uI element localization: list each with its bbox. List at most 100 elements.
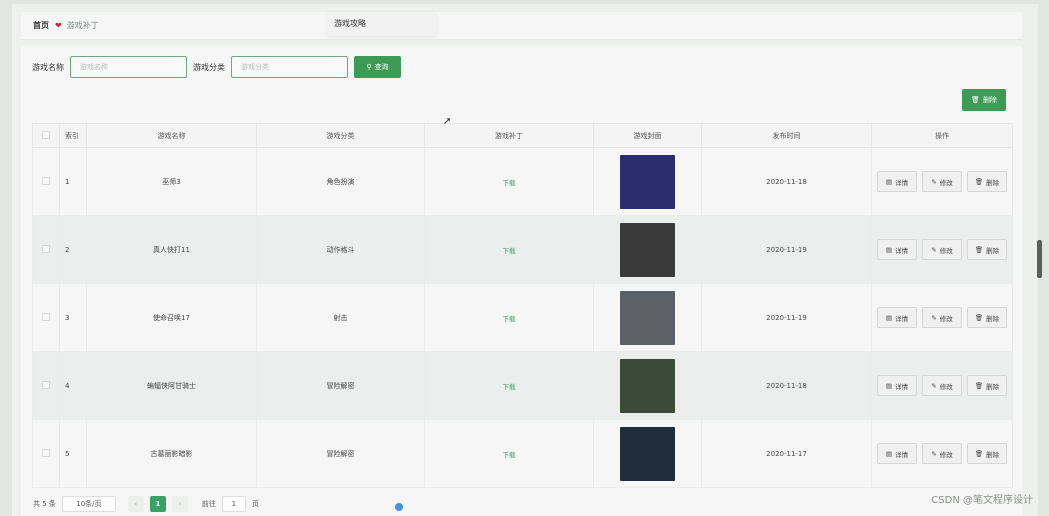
breadcrumb-current: 游戏补丁 [66,21,99,30]
goto-page-value: 1 [231,500,237,508]
delete-button[interactable]: 🗑 删除 [967,171,1007,192]
mouse-cursor-icon: ➚ [443,116,452,127]
row-checkbox[interactable] [32,283,60,352]
row-cover-cell [593,351,702,420]
row-ops: ▤ 详情 ✎ 修改 🗑 删除 [871,351,1013,420]
game-name-input[interactable] [70,56,187,78]
next-page-button[interactable]: › [171,496,188,512]
detail-button[interactable]: ▤ 详情 [877,171,917,192]
header-category: 游戏分类 [256,123,425,148]
game-cover-image [620,154,675,209]
page-suffix: 页 [251,500,259,508]
goto-page-input[interactable]: 1 [221,496,246,512]
row-ops: ▤ 详情 ✎ 修改 🗑 删除 [871,147,1013,216]
header-cover: 游戏封面 [593,123,702,148]
document-icon: ▤ [885,245,893,254]
batch-delete-button[interactable]: 🗑 删除 [962,89,1006,111]
row-category: 射击 [256,283,425,352]
trash-icon: 🗑 [974,245,984,254]
delete-label: 删除 [986,246,1000,255]
row-cover-cell [593,215,702,284]
breadcrumb-home[interactable]: 首页 [33,20,49,31]
edit-button[interactable]: ✎ 修改 [922,171,962,192]
download-link[interactable]: 下载 [503,451,516,459]
download-link[interactable]: 下载 [503,383,516,391]
scrollbar-thumb[interactable] [1037,240,1042,278]
loading-dot-icon [395,503,403,511]
row-date: 2020-11-18 [701,351,872,420]
table-row: 3 使命召唤17 射击 下载 2020-11-19 ▤ 详情 ✎ 修改 🗑 删除 [32,283,1013,352]
row-cover-cell [593,283,702,352]
header-date: 发布时间 [701,123,872,148]
download-link[interactable]: 下载 [503,315,516,323]
search-form: 游戏名称 游戏分类 ⚲ 查询 [32,56,401,78]
row-checkbox[interactable] [32,215,60,284]
edit-icon: ✎ [931,381,937,390]
edit-button[interactable]: ✎ 修改 [922,239,962,260]
game-cover-image [620,290,675,345]
edit-icon: ✎ [931,245,937,254]
edit-label: 修改 [939,382,953,391]
chevron-left-icon: ‹ [134,500,138,508]
pagination: 共 5 条 10条/页 ‹ 1 › 前往 1 页 [33,496,259,512]
query-button-label: 查询 [374,63,389,71]
dropdown-item-game-guide[interactable]: 游戏攻略 [334,19,366,28]
select-all-checkbox[interactable] [32,123,60,148]
edit-icon: ✎ [931,313,937,322]
edit-label: 修改 [939,178,953,187]
pager-total: 共 5 条 [33,500,56,508]
edit-button[interactable]: ✎ 修改 [922,307,962,328]
row-game-name: 古墓丽影暗影 [86,419,257,488]
table-row: 4 蝙蝠侠阿甘骑士 冒险解密 下载 2020-11-18 ▤ 详情 ✎ 修改 🗑 删除 [32,351,1013,420]
delete-button[interactable]: 🗑 删除 [967,443,1007,464]
document-icon: ▤ [885,177,893,186]
nav-dropdown-menu: 游戏攻略 [327,12,436,36]
page-size-select[interactable]: 10条/页 [61,496,116,512]
game-category-input[interactable] [231,56,348,78]
delete-button[interactable]: 🗑 删除 [967,239,1007,260]
goto-label: 前往 [201,500,216,508]
row-checkbox[interactable] [32,351,60,420]
row-checkbox[interactable] [32,419,60,488]
table-row: 1 巫师3 角色扮演 下载 2020-11-18 ▤ 详情 ✎ 修改 🗑 删除 [32,147,1013,216]
row-category: 动作格斗 [256,215,425,284]
row-game-name: 巫师3 [86,147,257,216]
header-patch: 游戏补丁 [424,123,594,148]
watermark: CSDN @笔文程序设计 [931,495,1033,506]
trash-icon: 🗑 [974,449,984,458]
row-date: 2020-11-19 [701,215,872,284]
chevron-right-icon: › [178,500,182,508]
document-icon: ▤ [885,381,893,390]
download-link[interactable]: 下载 [503,179,516,187]
prev-page-button[interactable]: ‹ [127,496,144,512]
delete-button[interactable]: 🗑 删除 [967,375,1007,396]
page-number-current[interactable]: 1 [149,496,166,512]
detail-button[interactable]: ▤ 详情 [877,443,917,464]
detail-button[interactable]: ▤ 详情 [877,239,917,260]
delete-label: 删除 [986,314,1000,323]
row-game-name: 使命召唤17 [86,283,257,352]
row-checkbox[interactable] [32,147,60,216]
row-cover-cell [593,419,702,488]
row-game-name: 真人快打11 [86,215,257,284]
query-button[interactable]: ⚲ 查询 [354,56,401,78]
detail-button[interactable]: ▤ 详情 [877,375,917,396]
edit-button[interactable]: ✎ 修改 [922,443,962,464]
delete-button[interactable]: 🗑 删除 [967,307,1007,328]
edit-icon: ✎ [931,449,937,458]
download-link[interactable]: 下载 [503,247,516,255]
detail-button[interactable]: ▤ 详情 [877,307,917,328]
row-date: 2020-11-19 [701,283,872,352]
edit-button[interactable]: ✎ 修改 [922,375,962,396]
category-label: 游戏分类 [193,62,225,72]
row-cover-cell [593,147,702,216]
search-icon: ⚲ [366,63,372,71]
row-ops: ▤ 详情 ✎ 修改 🗑 删除 [871,419,1013,488]
delete-label: 删除 [986,178,1000,187]
edit-label: 修改 [939,450,953,459]
trash-icon: 🗑 [974,177,984,186]
game-cover-image [620,426,675,481]
row-patch-cell: 下载 [424,215,594,284]
row-ops: ▤ 详情 ✎ 修改 🗑 删除 [871,283,1013,352]
row-category: 冒险解密 [256,419,425,488]
